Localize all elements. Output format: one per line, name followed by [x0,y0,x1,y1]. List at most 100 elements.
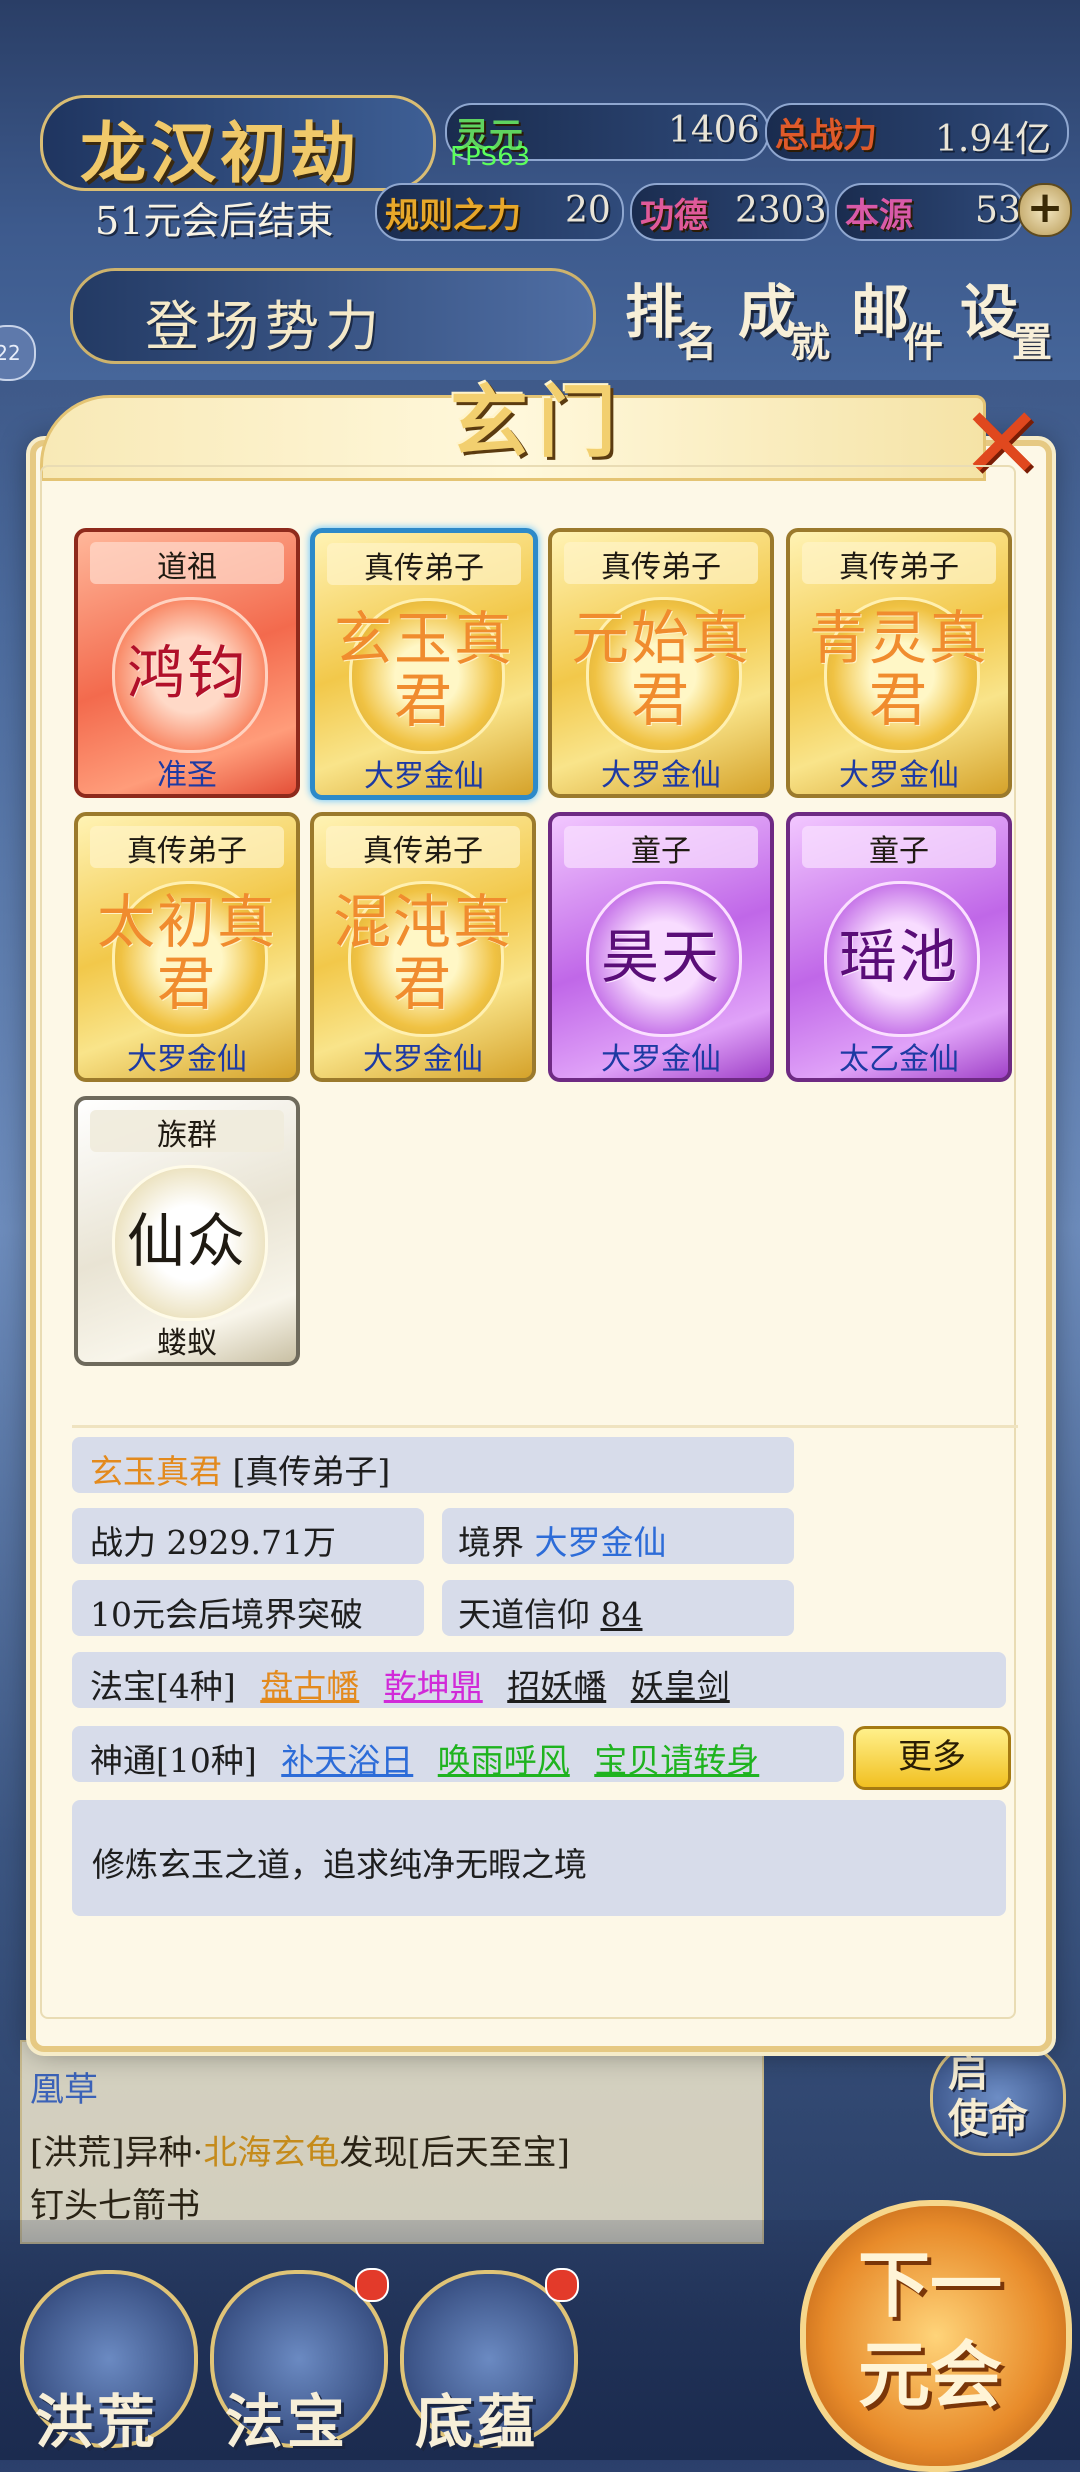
detail-name-line: 玄玉真君 [真传弟子] [90,1445,390,1493]
power-label: 战力 [90,1523,156,1562]
fabao-notification-badge [355,2268,389,2302]
member-rank: 道祖 [157,550,217,585]
member-rank: 真传弟子 [127,834,247,869]
origin-label: 本源 [845,196,913,236]
member-rank: 童子 [869,834,929,869]
member-name: 鸿钧 [126,639,247,707]
member-rank: 真传弟子 [839,550,959,585]
mission-label-1: 启 [948,2049,988,2096]
member-realm: 太乙金仙 [839,1042,959,1077]
diyun-notification-badge [545,2268,579,2302]
member-realm: 大罗金仙 [363,1042,483,1077]
faction-tab-label: 登场势力 [145,295,385,358]
lingyuan-value: 1406 [668,110,760,151]
section-divider [72,1425,1018,1428]
add-origin-button[interactable]: + [1018,183,1072,237]
achievement-char-1: 成 [738,278,797,346]
next-era-label-1: 下一 [857,2242,1002,2327]
skill-line: 神通[10种] 补天浴日 唤雨呼风 宝贝请转身 [90,1734,759,1782]
member-card[interactable]: 真传弟子 太初真君 大罗金仙 [74,812,300,1082]
treasure-link[interactable]: 招妖幡 [507,1667,606,1706]
power-value: 2929.71万 [166,1523,336,1562]
breakthrough-text: 10元会后境界突破 [90,1595,363,1634]
ranking-button[interactable]: 排 名 [625,265,735,375]
member-rank: 族群 [157,1118,217,1153]
log-line-2-creature: 北海玄龟 [203,2133,340,2173]
merit-label: 功德 [640,196,708,236]
ranking-char-2: 名 [677,319,717,366]
member-name: 太初真君 [96,888,277,1018]
member-rank: 童子 [631,834,691,869]
member-name: 混沌真君 [332,888,513,1018]
mission-label-2: 使命 [948,2095,1028,2142]
era-countdown: 51元会后结束 [95,199,334,243]
member-card[interactable]: 族群 仙众 蝼蚁 [74,1096,300,1366]
origin-value: 53 [975,190,1021,231]
faith-label: 天道信仰 [458,1595,590,1634]
era-title: 龙汉初劫 [80,114,360,192]
total-power-value: 1.94亿 [935,119,1052,160]
detail-realm-line: 境界 大罗金仙 [458,1516,667,1564]
member-card[interactable]: 童子 昊天 大罗金仙 [548,812,774,1082]
member-name: 昊天 [600,923,721,991]
achievement-button[interactable]: 成 就 [738,265,848,375]
member-name: 瑶池 [838,923,959,991]
next-era-label: 下一 元会 [835,2240,1025,2420]
next-era-label-2: 元会 [857,2332,1002,2417]
member-name: 玄玉真君 [333,605,514,735]
honghuang-nav-label: 洪荒 [35,2388,160,2456]
treasure-link[interactable]: 乾坤鼎 [384,1667,483,1706]
member-card[interactable]: 童子 瑶池 太乙金仙 [786,812,1012,1082]
log-line-1: 凰草 [30,2070,98,2110]
rule-power-value: 20 [565,190,611,231]
member-realm: 大罗金仙 [839,758,959,793]
modal-title: 玄门 [450,377,627,468]
treasure-label: 法宝[4种] [90,1667,236,1706]
fabao-nav-label: 法宝 [225,2388,350,2456]
skill-link[interactable]: 唤雨呼风 [438,1741,570,1780]
settings-button[interactable]: 设 置 [960,265,1070,375]
ranking-char-1: 排 [625,278,684,346]
member-card[interactable]: 道祖 鸿钧 准圣 [74,528,300,798]
settings-char-1: 设 [960,278,1019,346]
member-realm: 大罗金仙 [364,759,484,794]
member-name: 青灵真君 [808,604,989,734]
member-realm: 蝼蚁 [157,1326,217,1361]
member-card[interactable]: 真传弟子 青灵真君 大罗金仙 [786,528,1012,798]
treasure-line: 法宝[4种] 盘古幡 乾坤鼎 招妖幡 妖皇剑 [90,1660,730,1708]
mail-button[interactable]: 邮 件 [851,265,961,375]
diyun-nav-label: 底蕴 [415,2388,540,2456]
log-line-2: [洪荒]异种·北海玄龟发现[后天至宝] [30,2125,570,2174]
faith-value[interactable]: 84 [601,1595,643,1634]
more-skills-button[interactable]: 更多 [853,1726,1011,1790]
member-rank: 真传弟子 [364,551,484,586]
detail-rank: [真传弟子] [232,1452,391,1491]
realm-value: 大罗金仙 [534,1523,667,1562]
rule-power-label: 规则之力 [385,196,521,236]
member-card[interactable]: 真传弟子 混沌真君 大罗金仙 [310,812,536,1082]
detail-faith-line: 天道信仰 84 [458,1588,643,1636]
member-card[interactable]: 真传弟子 玄玉真君 大罗金仙 [310,528,538,800]
realm-label: 境界 [458,1523,524,1562]
member-rank: 真传弟子 [601,550,721,585]
member-card[interactable]: 真传弟子 元始真君 大罗金仙 [548,528,774,798]
detail-power-line: 战力 2929.71万 [90,1516,336,1564]
mission-label: 启 使命 [948,2050,1028,2142]
skill-link[interactable]: 宝贝请转身 [594,1741,759,1780]
member-realm: 准圣 [157,758,217,793]
fps-counter: FPS63 [450,142,531,172]
mail-char-1: 邮 [851,278,910,346]
member-name: 元始真君 [570,604,751,734]
member-realm: 大罗金仙 [127,1042,247,1077]
log-line-2-prefix: [洪荒]异种· [30,2133,204,2173]
treasure-link[interactable]: 妖皇剑 [631,1667,730,1706]
detail-name: 玄玉真君 [90,1452,222,1491]
member-realm: 大罗金仙 [601,1042,721,1077]
description-text: 修炼玄玉之道，追求纯净无暇之境 [92,1845,587,1884]
mail-char-2: 件 [903,319,943,366]
member-realm: 大罗金仙 [601,758,721,793]
member-name: 仙众 [126,1207,247,1275]
skill-link[interactable]: 补天浴日 [281,1741,413,1780]
total-power-label: 总战力 [775,116,877,156]
treasure-link[interactable]: 盘古幡 [260,1667,359,1706]
